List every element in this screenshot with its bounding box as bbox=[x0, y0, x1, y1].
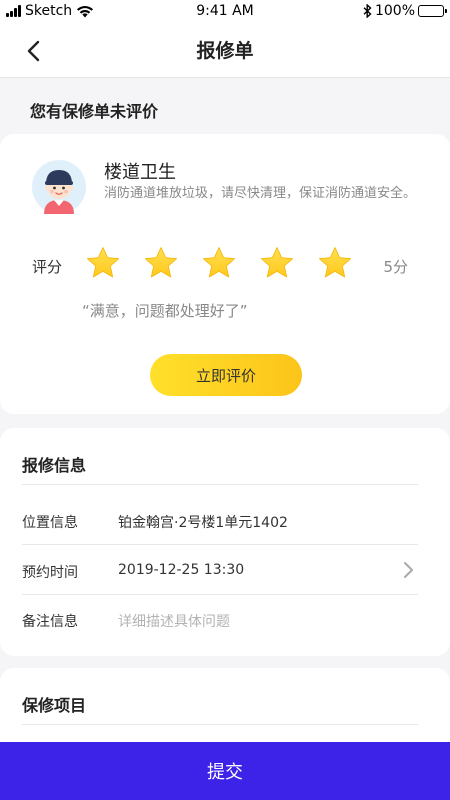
pending-evaluation-hint: 您有保修单未评价 bbox=[30, 102, 159, 121]
star-icon[interactable] bbox=[144, 246, 178, 280]
divider bbox=[22, 484, 418, 485]
status-right: 100% bbox=[363, 3, 447, 19]
appointment-time-label: 预约时间 bbox=[22, 565, 78, 581]
repair-items-heading: 保修项目 bbox=[22, 696, 87, 715]
star-icon[interactable] bbox=[86, 246, 120, 280]
evaluation-card: 楼道卫生 消防通道堆放垃圾，请尽快清理，保证消防通道安全。 评分 5分 “满意，… bbox=[0, 134, 450, 414]
battery-percent: 100% bbox=[374, 3, 415, 19]
star-icon[interactable] bbox=[260, 246, 294, 280]
battery-icon bbox=[418, 5, 447, 17]
repair-info-card: 报修信息 位置信息 铂金翰宫·2号楼1单元1402 预约时间 2019-12-2… bbox=[0, 428, 450, 656]
repair-info-heading: 报修信息 bbox=[22, 456, 87, 475]
evaluate-now-button[interactable]: 立即评价 bbox=[150, 354, 302, 396]
remarks-input[interactable]: 详细描述具体问题 bbox=[118, 611, 230, 631]
page-title: 报修单 bbox=[196, 40, 254, 62]
submit-button[interactable]: 提交 bbox=[0, 742, 450, 800]
chevron-right-icon[interactable] bbox=[402, 561, 414, 579]
divider bbox=[22, 724, 418, 725]
location-value: 铂金翰宫·2号楼1单元1402 bbox=[118, 515, 288, 531]
star-icon[interactable] bbox=[202, 246, 236, 280]
remarks-label: 备注信息 bbox=[22, 614, 78, 630]
status-bar: Sketch 9:41 AM 100% bbox=[0, 0, 450, 24]
star-icon[interactable] bbox=[318, 246, 352, 280]
avatar bbox=[32, 160, 86, 214]
location-label: 位置信息 bbox=[22, 515, 78, 531]
evaluation-title: 楼道卫生 bbox=[104, 162, 176, 183]
evaluation-description: 消防通道堆放垃圾，请尽快清理，保证消防通道安全。 bbox=[104, 186, 417, 201]
star-rating bbox=[86, 246, 352, 280]
nav-bar: 报修单 bbox=[0, 24, 450, 78]
divider bbox=[22, 544, 418, 545]
divider bbox=[22, 594, 418, 595]
appointment-time-value[interactable]: 2019-12-25 13:30 bbox=[118, 562, 244, 578]
evaluation-quote: “满意，问题都处理好了” bbox=[82, 302, 248, 320]
rating-value: 5分 bbox=[383, 258, 408, 276]
bluetooth-icon bbox=[363, 4, 372, 18]
rating-label: 评分 bbox=[32, 258, 63, 276]
